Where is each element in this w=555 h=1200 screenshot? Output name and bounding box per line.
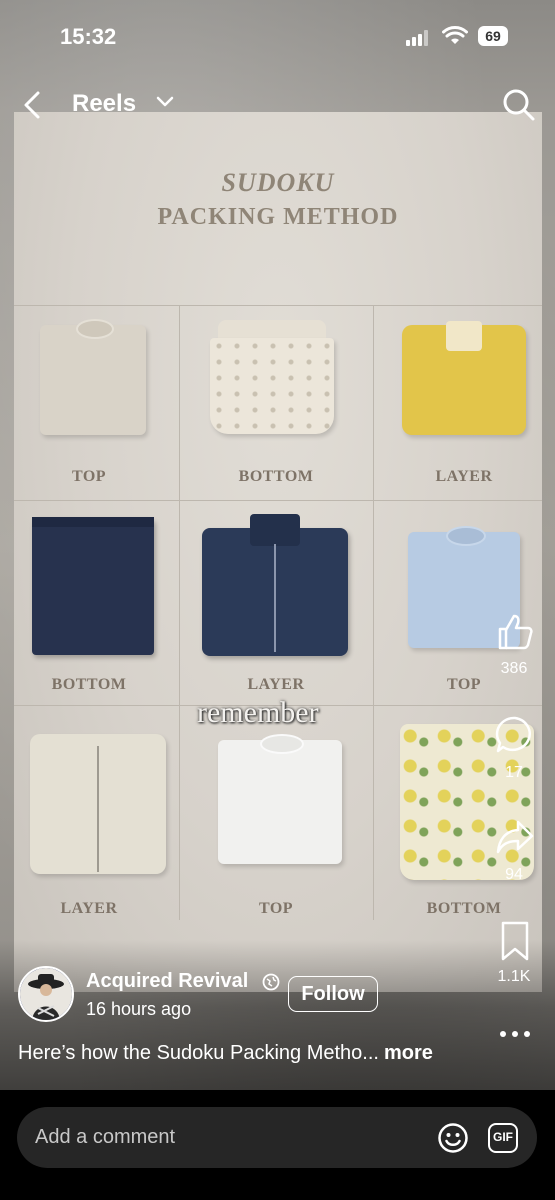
like-count: 386 xyxy=(500,660,528,677)
post-caption[interactable]: Here’s how the Sudoku Packing Metho... mo… xyxy=(18,1042,433,1065)
packing-board: SUDOKU PACKING METHOD TOP BOTTOM LAYER B… xyxy=(14,112,542,992)
like-icon[interactable] xyxy=(494,612,536,652)
reel-video[interactable]: SUDOKU PACKING METHOD TOP BOTTOM LAYER B… xyxy=(0,0,555,1090)
layer-bomber-cream xyxy=(30,724,166,874)
bookmark-icon[interactable] xyxy=(494,920,536,962)
status-bar: 15:32 69 xyxy=(0,22,555,56)
follow-button[interactable]: Follow xyxy=(288,976,378,1012)
battery-icon: 69 xyxy=(478,26,508,46)
grid-label: BOTTOM xyxy=(238,468,314,485)
grid-label: BOTTOM xyxy=(51,676,127,693)
search-icon[interactable] xyxy=(502,88,536,122)
grid-label: TOP xyxy=(446,676,482,693)
layer-shirt-yellow xyxy=(402,317,526,435)
signal-icon xyxy=(406,30,430,46)
globe-icon xyxy=(262,973,280,991)
grid-line xyxy=(14,500,542,501)
comment-count: 17 xyxy=(505,764,523,781)
more-link[interactable]: more xyxy=(384,1042,433,1064)
grid-label: LAYER xyxy=(435,468,493,485)
bottom-skirt-denim xyxy=(32,517,154,655)
grid-label: TOP xyxy=(258,900,294,917)
avatar-image xyxy=(20,968,72,1020)
emoji-icon[interactable] xyxy=(437,1122,469,1154)
share-icon[interactable] xyxy=(494,816,536,858)
wifi-icon xyxy=(442,26,468,44)
post-time: 16 hours ago xyxy=(86,999,192,1019)
more-options-icon[interactable] xyxy=(498,1024,532,1044)
grid-label: LAYER xyxy=(247,676,305,693)
grid-label: TOP xyxy=(71,468,107,485)
back-arrow-icon[interactable] xyxy=(22,90,42,120)
share-count: 94 xyxy=(505,866,523,883)
top-tee-white xyxy=(218,734,342,864)
grid-label: BOTTOM xyxy=(426,900,502,917)
chevron-down-icon[interactable] xyxy=(156,96,174,108)
clock: 15:32 xyxy=(60,24,117,49)
reels-title[interactable]: Reels xyxy=(72,90,136,118)
board-title: SUDOKU xyxy=(221,168,335,197)
bottom-shade xyxy=(0,940,555,1090)
comment-input[interactable]: Add a comment xyxy=(35,1126,175,1149)
caption-text: Here’s how the Sudoku Packing Metho... xyxy=(18,1042,379,1064)
top-tee-beige xyxy=(40,317,146,435)
grid-label: LAYER xyxy=(60,900,118,917)
caption-overlay-word: remember xyxy=(197,696,319,729)
top-nav: Reels xyxy=(0,86,555,126)
grid-line xyxy=(14,305,542,306)
grid-line xyxy=(179,305,180,920)
username[interactable]: Acquired Revival xyxy=(86,970,248,993)
comment-icon[interactable] xyxy=(494,714,536,756)
board-subtitle: PACKING METHOD xyxy=(157,204,399,230)
bottom-shorts-white xyxy=(210,320,334,436)
avatar[interactable] xyxy=(18,966,74,1022)
layer-jacket-denim xyxy=(202,514,348,656)
grid-line xyxy=(373,305,374,920)
save-count: 1.1K xyxy=(497,968,531,985)
gif-button[interactable]: GIF xyxy=(488,1123,518,1153)
comment-bar[interactable]: Add a comment GIF xyxy=(17,1107,537,1168)
